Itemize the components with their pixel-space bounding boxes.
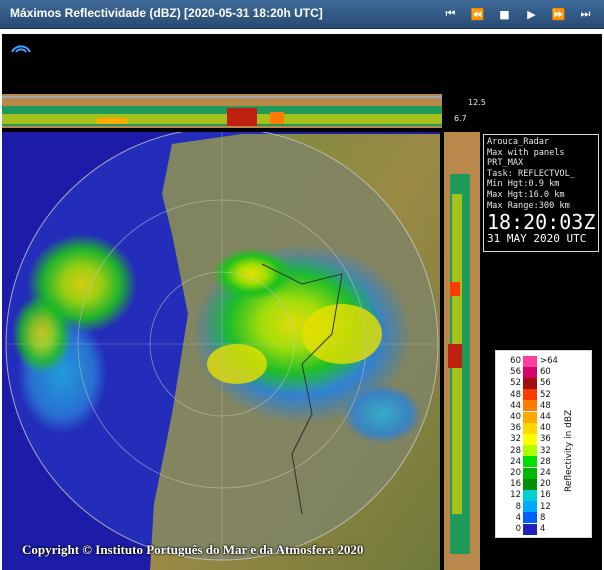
radar-map — [2, 132, 440, 570]
legend-upper-value: >64 — [540, 356, 558, 366]
legend-lower-value: 32 — [510, 434, 521, 445]
legend-lower-value: 16 — [510, 479, 521, 490]
legend-color-swatch — [523, 422, 537, 434]
legend-row: 44 48 — [496, 400, 562, 412]
legend-color-swatch — [523, 512, 537, 524]
legend-upper-value: 36 — [540, 434, 551, 445]
legend-color-swatch — [523, 400, 537, 412]
legend-row: 24 28 — [496, 456, 562, 468]
legend-color-swatch — [523, 523, 537, 535]
legend-row: 28 32 — [496, 445, 562, 457]
legend-color-swatch — [523, 355, 537, 367]
legend-lower-value: 60 — [510, 356, 521, 366]
legend-row: 8 12 — [496, 501, 562, 513]
top-panel-label-min: 6.7 — [454, 114, 467, 123]
legend-lower-value: 44 — [510, 400, 521, 411]
legend-upper-value: 44 — [540, 412, 551, 422]
legend-upper-value: 24 — [540, 468, 551, 478]
info-line: Max Hgt:16.0 km — [487, 189, 565, 200]
top-panel-label-max: 12.5 — [468, 98, 486, 107]
legend-title: Reflectivity in dBZ — [564, 409, 574, 493]
legend-color-swatch — [523, 456, 537, 468]
info-line: Task: REFLECTVOL_ — [487, 168, 575, 179]
legend-upper-value: 16 — [540, 490, 551, 501]
radar-viewer: 12.5 6.7 Arouca_Radar Max with panels PR… — [2, 34, 602, 570]
legend-color-swatch — [523, 366, 537, 378]
legend-lower-value: 24 — [510, 456, 521, 467]
radar-date: 31 MAY 2020 UTC — [487, 232, 587, 246]
info-line: Max with panels — [487, 147, 565, 158]
playback-controls: ⏮ ⏪ ■ ▶ ⏩ ⏭ — [438, 4, 598, 24]
radar-time: 18:20:03Z — [487, 210, 596, 235]
legend-lower-value: 4 — [515, 512, 521, 523]
legend-lower-value: 20 — [510, 468, 521, 478]
legend-row: 16 20 — [496, 478, 562, 490]
legend-row: 48 52 — [496, 389, 562, 401]
side-height-panel — [444, 132, 480, 570]
legend-lower-value: 52 — [510, 378, 521, 389]
legend-lower-value: 28 — [510, 445, 521, 456]
legend-upper-value: 28 — [540, 456, 551, 467]
legend-lower-value: 36 — [510, 423, 521, 434]
previous-frame-button[interactable]: ⏪ — [465, 4, 490, 24]
radar-info-box: Arouca_Radar Max with panels PRT_MAX Tas… — [483, 134, 599, 252]
first-frame-button[interactable]: ⏮ — [438, 4, 463, 24]
legend-upper-value: 60 — [540, 367, 551, 378]
legend-color-swatch — [523, 377, 537, 389]
legend-color-swatch — [523, 445, 537, 457]
legend-lower-value: 0 — [515, 524, 521, 534]
legend-row: 40 44 — [496, 411, 562, 423]
ipma-logo-icon — [10, 38, 32, 54]
legend-row: 52 56 — [496, 377, 562, 389]
legend-upper-value: 48 — [540, 400, 551, 411]
top-height-panel — [2, 94, 442, 128]
legend-upper-value: 8 — [540, 512, 546, 523]
legend-color-swatch — [523, 433, 537, 445]
legend-row: 20 24 — [496, 467, 562, 479]
legend-lower-value: 40 — [510, 412, 521, 422]
legend-upper-value: 4 — [540, 524, 546, 534]
next-frame-button[interactable]: ⏩ — [546, 4, 571, 24]
legend-color-swatch — [523, 501, 537, 513]
legend-color-swatch — [523, 478, 537, 490]
legend-lower-value: 48 — [510, 389, 521, 400]
last-frame-button[interactable]: ⏭ — [573, 4, 598, 24]
title-bar: Máximos Reflectividade (dBZ) [2020-05-31… — [0, 0, 604, 29]
info-line: Arouca_Radar — [487, 137, 550, 147]
legend-lower-value: 56 — [510, 367, 521, 378]
stop-button[interactable]: ■ — [492, 4, 517, 24]
legend-upper-value: 56 — [540, 378, 551, 389]
legend-row: 04 — [496, 523, 562, 535]
legend-row: 36 40 — [496, 422, 562, 434]
legend-row: 48 — [496, 512, 562, 524]
legend-upper-value: 12 — [540, 501, 551, 512]
legend-lower-value: 8 — [515, 501, 521, 512]
window-title: Máximos Reflectividade (dBZ) [2020-05-31… — [10, 6, 323, 20]
legend-lower-value: 12 — [510, 490, 521, 501]
legend-upper-value: 52 — [540, 389, 551, 400]
legend-row: 32 36 — [496, 433, 562, 445]
legend-color-swatch — [523, 389, 537, 401]
legend-row: 60 >64 — [496, 355, 562, 367]
legend-color-swatch — [523, 467, 537, 479]
legend-color-swatch — [523, 489, 537, 501]
legend-color-swatch — [523, 411, 537, 423]
play-button[interactable]: ▶ — [519, 4, 544, 24]
copyright-text: Copyright © Instituto Português do Mar e… — [22, 542, 364, 557]
info-line: PRT_MAX — [487, 158, 524, 169]
info-line: Min Hgt:0.9 km — [487, 179, 560, 190]
legend-upper-value: 40 — [540, 423, 551, 434]
legend-row: 56 60 — [496, 366, 562, 378]
reflectivity-legend: 60 >64 56 60 52 56 48 52 44 48 40 44 36 40 32 36 28 32 24 2… — [495, 350, 592, 538]
legend-upper-value: 32 — [540, 445, 551, 456]
legend-upper-value: 20 — [540, 479, 551, 490]
legend-row: 12 16 — [496, 489, 562, 501]
